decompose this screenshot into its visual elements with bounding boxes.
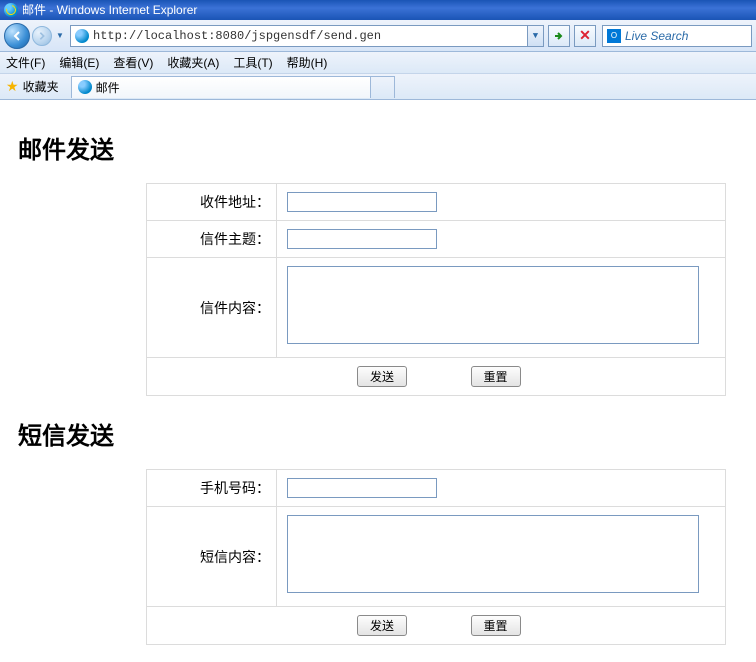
address-bar[interactable]: http://localhost:8080/jspgensdf/send.gen…: [70, 25, 544, 47]
menu-edit[interactable]: 编辑(E): [59, 54, 99, 71]
sms-phone-label: 手机号码：: [147, 470, 277, 507]
new-tab-button[interactable]: [371, 76, 395, 98]
tab-title: 邮件: [96, 79, 120, 96]
nav-history-dropdown[interactable]: ▼: [54, 23, 66, 49]
forward-button[interactable]: [32, 26, 52, 46]
go-button[interactable]: [548, 25, 570, 47]
ie-icon: [4, 3, 18, 17]
window-titlebar: 邮件 - Windows Internet Explorer: [0, 0, 756, 20]
menu-favorites[interactable]: 收藏夹(A): [167, 54, 219, 71]
menu-bar: 文件(F) 编辑(E) 查看(V) 收藏夹(A) 工具(T) 帮助(H): [0, 52, 756, 74]
stop-button[interactable]: ✕: [574, 25, 596, 47]
page-content: 邮件发送 收件地址： 信件主题： 信件内容： 发送 重置 短信发送 手机号码： …: [0, 100, 756, 655]
search-provider-icon: O: [607, 29, 621, 43]
menu-file[interactable]: 文件(F): [6, 54, 45, 71]
browser-tab[interactable]: 邮件: [71, 76, 371, 98]
page-icon: [75, 29, 89, 43]
mail-reset-button[interactable]: 重置: [471, 366, 521, 387]
mail-content-textarea[interactable]: [287, 266, 699, 344]
sms-content-label: 短信内容：: [147, 507, 277, 607]
sms-send-button[interactable]: 发送: [357, 615, 407, 636]
nav-toolbar: ▼ http://localhost:8080/jspgensdf/send.g…: [0, 20, 756, 52]
sms-reset-button[interactable]: 重置: [471, 615, 521, 636]
favorites-label[interactable]: 收藏夹: [23, 78, 59, 95]
menu-view[interactable]: 查看(V): [113, 54, 153, 71]
search-placeholder: Live Search: [625, 29, 688, 43]
mail-recipient-input[interactable]: [287, 192, 437, 212]
address-dropdown[interactable]: ▼: [527, 26, 543, 46]
back-button[interactable]: [4, 23, 30, 49]
mail-recipient-label: 收件地址：: [147, 184, 277, 221]
favorites-bar: ★ 收藏夹 邮件: [0, 74, 756, 100]
mail-send-button[interactable]: 发送: [357, 366, 407, 387]
window-title: 邮件 - Windows Internet Explorer: [22, 0, 197, 20]
sms-content-textarea[interactable]: [287, 515, 699, 593]
sms-heading: 短信发送: [18, 416, 738, 451]
mail-subject-label: 信件主题：: [147, 221, 277, 258]
mail-subject-input[interactable]: [287, 229, 437, 249]
sms-form: 手机号码： 短信内容： 发送 重置: [146, 469, 726, 645]
star-icon: ★: [6, 78, 19, 95]
sms-phone-input[interactable]: [287, 478, 437, 498]
search-box[interactable]: O Live Search: [602, 25, 752, 47]
address-url: http://localhost:8080/jspgensdf/send.gen: [93, 29, 527, 43]
mail-form: 收件地址： 信件主题： 信件内容： 发送 重置: [146, 183, 726, 396]
menu-help[interactable]: 帮助(H): [287, 54, 328, 71]
mail-content-label: 信件内容：: [147, 258, 277, 358]
tab-page-icon: [78, 80, 92, 94]
menu-tools[interactable]: 工具(T): [233, 54, 272, 71]
mail-heading: 邮件发送: [18, 130, 738, 165]
